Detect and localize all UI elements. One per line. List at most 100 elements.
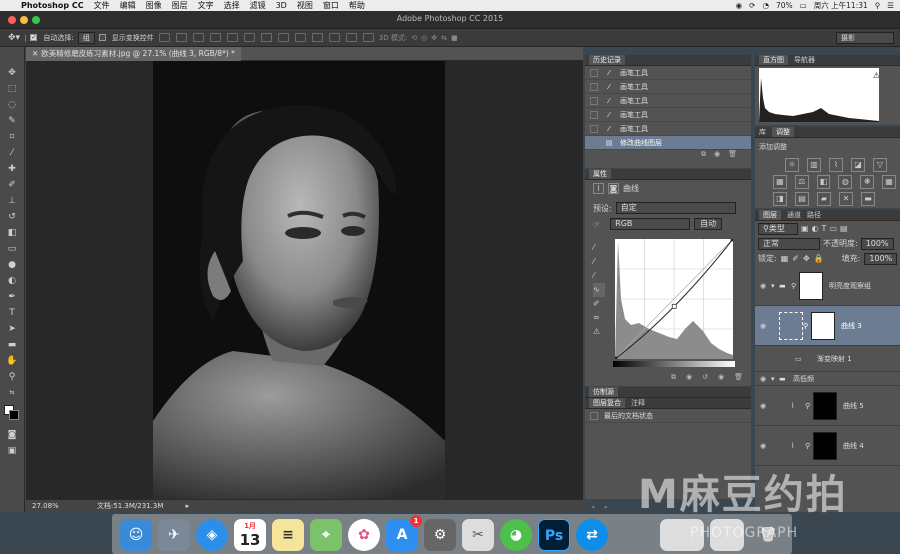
auto-align-button[interactable] <box>362 33 374 42</box>
threshold-icon[interactable]: ▰ <box>817 192 831 206</box>
black-white-icon[interactable]: ◧ <box>816 175 831 189</box>
clone-stamp-tool-icon[interactable]: ⊥ <box>5 195 19 207</box>
preset-dropdown[interactable]: 自定 <box>615 202 736 214</box>
hue-saturation-icon[interactable]: ▦ <box>773 175 787 189</box>
visibility-eye-icon[interactable]: ◉ <box>755 402 771 410</box>
history-snapshot-box[interactable] <box>590 110 598 119</box>
lock-paint-icon[interactable]: ✐ <box>792 254 799 263</box>
crop-tool-icon[interactable]: ⌗ <box>5 131 19 143</box>
photos-icon[interactable]: ✿ <box>348 519 380 551</box>
clipping-warning-icon[interactable]: ⚠ <box>593 325 605 339</box>
curves-icon[interactable]: ⌇ <box>829 158 843 172</box>
layer-comp-box[interactable] <box>590 411 598 420</box>
lock-all-icon[interactable]: 🔒 <box>814 254 824 263</box>
layer-mask-icon[interactable]: ◙ <box>608 182 619 194</box>
notes-tab[interactable]: 注释 <box>631 398 645 408</box>
properties-tab[interactable]: 属性 <box>589 169 611 179</box>
chain-link-icon[interactable]: ⚲ <box>805 402 813 410</box>
wifi-icon[interactable]: ◔ <box>762 1 769 10</box>
curve-edit-icon[interactable]: ∿ <box>593 283 605 297</box>
layer-name[interactable]: 明亮度观察组 <box>829 281 871 291</box>
wechat-status-icon[interactable]: ◉ <box>736 1 743 10</box>
lock-position-icon[interactable]: ✥ <box>803 254 810 263</box>
clone-source-tab[interactable]: 仿制源 <box>589 387 618 397</box>
distribute-left-button[interactable] <box>311 33 323 42</box>
type-tool-icon[interactable]: T <box>5 307 19 319</box>
spotlight-icon[interactable]: ⚲ <box>875 1 881 10</box>
show-transform-checkbox[interactable] <box>98 34 106 41</box>
app-store-icon[interactable]: A1 <box>386 515 422 551</box>
quick-select-tool-icon[interactable]: ✎ <box>5 115 19 127</box>
healing-brush-tool-icon[interactable]: ✚ <box>5 163 19 175</box>
layer-name[interactable]: 渐变映射 1 <box>817 354 852 364</box>
chain-link-icon[interactable]: ⚲ <box>805 442 813 450</box>
next-comp-icon[interactable]: ▸ <box>605 503 609 511</box>
history-item[interactable]: ⁄ 画笔工具 <box>585 94 751 108</box>
history-item[interactable]: ⁄ 画笔工具 <box>585 66 751 80</box>
gradient-tool-icon[interactable]: ▭ <box>5 243 19 255</box>
app-menu[interactable]: Photoshop CC <box>16 0 89 11</box>
layer-row[interactable]: ◉ ⌇ ⚲ 曲线 4 <box>755 426 900 466</box>
selective-color-icon[interactable]: ✕ <box>839 192 853 206</box>
vibrance-icon[interactable]: ▽ <box>873 158 887 172</box>
delete-adjustment-icon[interactable]: 🗑 <box>734 373 743 382</box>
eyedropper-tool-icon[interactable]: ⁄ <box>5 147 19 159</box>
curve-control-point[interactable] <box>730 239 733 242</box>
layer-name[interactable]: 曲线 3 <box>841 321 862 331</box>
visibility-eye-icon[interactable]: ◉ <box>755 322 771 330</box>
menu-3d[interactable]: 3D <box>271 0 292 11</box>
distribute-top-button[interactable] <box>260 33 272 42</box>
align-bottom-button[interactable] <box>192 33 204 42</box>
move-tool-icon[interactable]: ✥ <box>5 67 19 79</box>
auto-select-checkbox[interactable]: ✓ <box>30 34 38 41</box>
filter-type-icon[interactable]: T <box>822 224 827 233</box>
3d-slide-icon[interactable]: ⇆ <box>441 34 447 42</box>
color-lookup-icon[interactable]: ▦ <box>882 175 896 189</box>
align-hcenter-button[interactable] <box>226 33 238 42</box>
layer-name[interactable]: 曲线 4 <box>843 441 864 451</box>
curves-graph[interactable] <box>615 239 733 359</box>
smooth-curve-icon[interactable]: ≈ <box>593 311 605 325</box>
channel-dropdown[interactable]: RGB <box>610 218 691 230</box>
histogram-tab[interactable]: 直方图 <box>759 55 788 65</box>
screenshot-icon[interactable]: ✂ <box>462 519 494 551</box>
auto-select-dropdown[interactable]: 组 <box>77 31 95 44</box>
visibility-toggle-icon[interactable]: ◉ <box>718 373 724 382</box>
screen-mode-icon[interactable]: ▣ <box>5 445 19 457</box>
menu-view[interactable]: 视图 <box>292 0 318 11</box>
group-toggle-icon[interactable]: ▾ <box>771 282 779 290</box>
delete-history-icon[interactable]: 🗑 <box>728 150 737 160</box>
levels-icon[interactable]: ▥ <box>807 158 821 172</box>
photoshop-icon[interactable]: Ps <box>538 519 570 551</box>
curves-adjustment-thumbnail[interactable] <box>779 311 803 340</box>
layer-mask-thumbnail[interactable] <box>813 431 837 460</box>
visibility-eye-icon[interactable]: ◉ <box>755 375 771 383</box>
zoom-tool-icon[interactable]: ⚲ <box>5 371 19 383</box>
navigator-tab[interactable]: 导航器 <box>794 55 815 65</box>
reset-icon[interactable]: ↺ <box>702 373 708 382</box>
layer-row[interactable]: ◉ ▾ ▬ ⚲ 明亮度观察组 <box>755 266 900 306</box>
filter-smart-icon[interactable]: ▤ <box>840 224 848 233</box>
layer-filter-dropdown[interactable]: ⚲类型 <box>758 222 798 235</box>
menu-filter[interactable]: 滤镜 <box>245 0 271 11</box>
paths-tab[interactable]: 路径 <box>807 210 821 220</box>
black-point-eyedropper-icon[interactable]: ⁄ <box>593 241 605 255</box>
pen-tool-icon[interactable]: ✒ <box>5 291 19 303</box>
menu-window[interactable]: 窗口 <box>318 0 344 11</box>
menu-image[interactable]: 图像 <box>141 0 167 11</box>
3d-roll-icon[interactable]: ◎ <box>421 34 427 42</box>
libraries-tab[interactable]: 库 <box>759 127 766 137</box>
history-item[interactable]: ⁄ 画笔工具 <box>585 122 751 136</box>
exposure-icon[interactable]: ◪ <box>851 158 865 172</box>
history-snapshot-box[interactable] <box>590 82 598 91</box>
menu-edit[interactable]: 编辑 <box>115 0 141 11</box>
dodge-tool-icon[interactable]: ◐ <box>5 275 19 287</box>
3d-scale-icon[interactable]: ■ <box>451 34 458 42</box>
clip-to-layer-icon[interactable]: ⧉ <box>671 373 676 382</box>
menu-type[interactable]: 文字 <box>193 0 219 11</box>
teamviewer-icon[interactable]: ⇄ <box>576 519 608 551</box>
posterize-icon[interactable]: ▤ <box>795 192 809 206</box>
calendar-icon[interactable]: 1月 13 <box>234 519 266 551</box>
menu-help[interactable]: 帮助 <box>344 0 370 11</box>
curve-control-point[interactable] <box>615 356 618 359</box>
